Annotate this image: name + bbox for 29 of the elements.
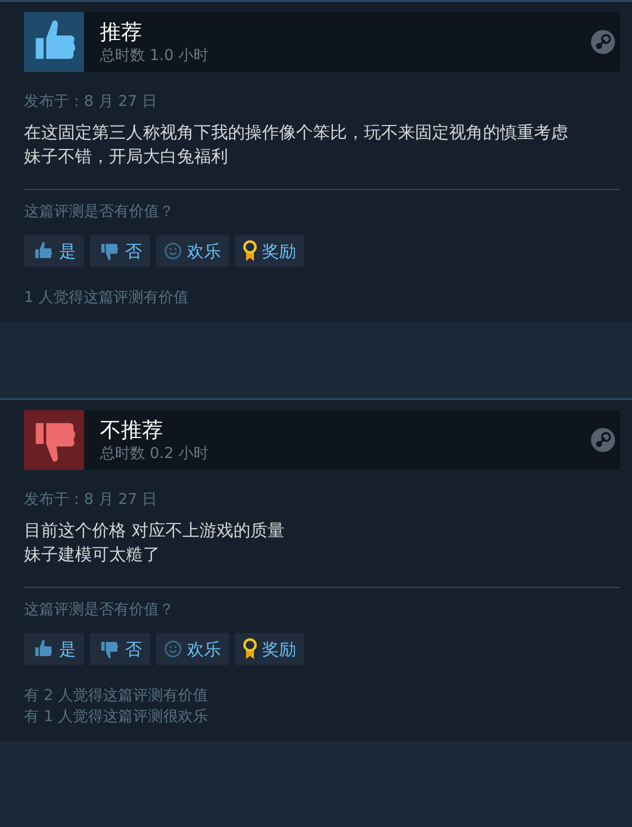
helpful-question: 这篇评测是否有价值？ xyxy=(24,600,175,619)
medal-icon xyxy=(243,638,257,660)
vote-tally: 有 1 人觉得这篇评测很欢乐 xyxy=(24,706,210,727)
vote-tally: 有 2 人觉得这篇评测有价值 xyxy=(24,685,210,706)
steam-logo-icon xyxy=(590,29,616,55)
verdict-title: 不推荐 xyxy=(100,417,164,443)
smiley-icon xyxy=(164,640,182,658)
funny-button[interactable]: 欢乐 xyxy=(156,633,229,665)
helpful-question: 这篇评测是否有价值？ xyxy=(24,202,175,221)
steam-logo-icon xyxy=(590,427,616,453)
verdict-title: 推荐 xyxy=(100,19,143,45)
hours-played: 总时数 1.0 小时 xyxy=(100,45,210,65)
review-text: 目前这个价格 对应不上游戏的质量 xyxy=(24,520,286,543)
funny-button[interactable]: 欢乐 xyxy=(156,235,229,267)
smiley-icon xyxy=(164,242,182,260)
hours-played: 总时数 0.2 小时 xyxy=(100,443,210,463)
yes-button[interactable]: 是 xyxy=(24,633,84,665)
no-button[interactable]: 否 xyxy=(90,235,150,267)
yes-button[interactable]: 是 xyxy=(24,235,84,267)
award-button[interactable]: 奖励 xyxy=(235,235,304,267)
review-text: 妹子建模可太糙了 xyxy=(24,544,161,567)
review-text: 妹子不错，开局大白兔福利 xyxy=(24,146,229,169)
award-button[interactable]: 奖励 xyxy=(235,633,304,665)
posted-date: 发布于：8 月 27 日 xyxy=(24,92,158,111)
posted-date: 发布于：8 月 27 日 xyxy=(24,490,158,509)
medal-icon xyxy=(243,240,257,262)
review-text: 在这固定第三人称视角下我的操作像个笨比，玩不来固定视角的慎重考虑 xyxy=(24,122,569,145)
vote-tally: 1 人觉得这篇评测有价值 xyxy=(24,287,190,308)
no-button[interactable]: 否 xyxy=(90,633,150,665)
